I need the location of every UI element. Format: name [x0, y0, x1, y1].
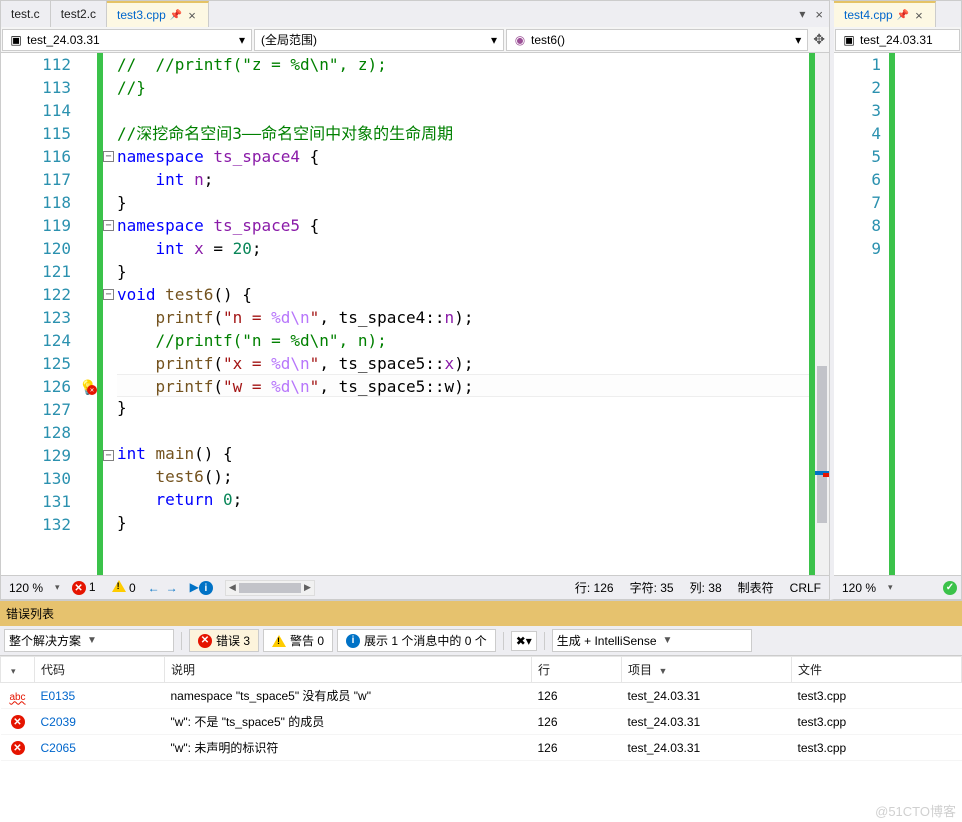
vertical-scrollbar[interactable] — [815, 53, 829, 575]
zoom-level[interactable]: 120 % — [838, 581, 880, 595]
col-file[interactable]: 文件 — [792, 657, 962, 683]
tab-test-c[interactable]: test.c — [1, 1, 51, 27]
status-bar-right: 120 % ▾ ✓ — [834, 575, 961, 599]
lightbulb-error-icon[interactable]: 💡✕ — [79, 377, 96, 396]
scope-namespace[interactable]: (全局范围) ▾ — [254, 29, 504, 51]
fold-toggle[interactable]: − — [103, 450, 114, 461]
chevron-down-icon[interactable]: ▾ — [239, 33, 245, 47]
nav-next-icon[interactable]: ▶ — [190, 580, 199, 594]
warning-icon[interactable] — [112, 580, 126, 592]
col-icon[interactable]: ▾ — [1, 657, 35, 683]
editor-pane-left: test.c test2.c test3.cpp 📌 × ▾ × ▣ test_… — [0, 0, 830, 600]
tab-test2-c[interactable]: test2.c — [51, 1, 107, 27]
fold-toggle[interactable]: − — [103, 220, 114, 231]
fold-toggle[interactable]: − — [103, 151, 114, 162]
error-list-title[interactable]: 错误列表 — [0, 601, 962, 626]
filter-messages[interactable]: i 展示 1 个消息中的 0 个 — [337, 629, 496, 652]
status-line: 行: 126 — [571, 579, 618, 596]
filter-warnings[interactable]: 警告 0 — [263, 629, 333, 652]
close-icon[interactable]: × — [186, 8, 198, 23]
chevron-down-icon[interactable]: ▾ — [491, 33, 497, 47]
tab-bar-left: test.c test2.c test3.cpp 📌 × ▾ × — [1, 1, 829, 27]
scope-function[interactable]: ◉ test6() ▾ — [506, 29, 808, 51]
code-editor-right[interactable]: 123456789 — [834, 53, 961, 575]
error-list-panel: 错误列表 整个解决方案▼ ✕ 错误 3 警告 0 i 展示 1 个消息中的 0 … — [0, 600, 962, 822]
filter-clear-icon: ✖▾ — [516, 634, 532, 648]
code-content[interactable] — [895, 53, 961, 575]
info-icon: i — [346, 634, 360, 648]
error-icon: ✕ — [198, 634, 212, 648]
ok-icon: ✓ — [943, 581, 957, 595]
method-icon: ◉ — [513, 33, 527, 47]
tab-overflow-dropdown[interactable]: ▾ — [795, 5, 809, 23]
tab-bar-right: test4.cpp 📌 × — [834, 1, 961, 27]
breadcrumb-right: ▣ test_24.03.31 — [834, 27, 961, 53]
error-row[interactable]: ✕C2065"w": 未声明的标识符126test_24.03.31test3.… — [1, 735, 962, 761]
chevron-down-icon[interactable]: ▾ — [795, 33, 801, 47]
clear-filters[interactable]: ✖▾ — [511, 631, 537, 651]
col-code[interactable]: 代码 — [35, 657, 165, 683]
chevron-down-icon: ▼ — [663, 635, 673, 646]
error-list-toolbar: 整个解决方案▼ ✕ 错误 3 警告 0 i 展示 1 个消息中的 0 个 ✖▾ … — [0, 626, 962, 656]
line-number-gutter: 123456789 — [834, 53, 889, 575]
tab-test3-cpp[interactable]: test3.cpp 📌 × — [107, 1, 209, 27]
scrollbar-thumb[interactable] — [817, 366, 827, 523]
status-bar-left: 120 % ▾ ✕ 1 0 ← → ▶i ◀▶ 行: 126 字符: 35 列:… — [1, 575, 829, 599]
col-line[interactable]: 行 — [532, 657, 622, 683]
info-icon[interactable]: i — [199, 581, 213, 595]
window-close-icon[interactable]: × — [809, 7, 829, 22]
status-indent[interactable]: 制表符 — [734, 579, 778, 596]
chevron-down-icon[interactable]: ▾ — [888, 582, 893, 593]
scope-project[interactable]: ▣ test_24.03.31 — [835, 29, 960, 51]
tab-test4-cpp[interactable]: test4.cpp 📌 × — [834, 1, 936, 27]
warning-icon — [272, 635, 286, 647]
pin-icon[interactable]: 📌 — [897, 10, 909, 21]
fold-toggle[interactable]: − — [103, 289, 114, 300]
error-icon[interactable]: ✕ — [72, 581, 86, 595]
code-editor-left[interactable]: 1121131141151161171181191201211221231241… — [1, 53, 829, 575]
line-number-gutter: 1121131141151161171181191201211221231241… — [1, 53, 79, 575]
status-col: 列: 38 — [686, 579, 726, 596]
chevron-down-icon[interactable]: ▾ — [55, 582, 60, 593]
editor-pane-right: test4.cpp 📌 × ▣ test_24.03.31 123456789 … — [830, 0, 962, 600]
watermark: @51CTO博客 — [875, 801, 956, 820]
nav-back-icon[interactable]: ← — [148, 581, 160, 595]
status-eol[interactable]: CRLF — [786, 581, 825, 595]
chevron-down-icon: ▼ — [87, 635, 97, 646]
close-icon[interactable]: × — [913, 8, 925, 23]
scope-combo[interactable]: 整个解决方案▼ — [4, 629, 174, 652]
fold-strip: − − − − — [103, 53, 117, 575]
col-desc[interactable]: 说明 — [165, 657, 532, 683]
horizontal-scrollbar[interactable]: ◀▶ — [225, 580, 315, 596]
status-char: 字符: 35 — [626, 579, 678, 596]
split-vertical-icon[interactable]: ✥ — [809, 31, 829, 48]
zoom-level[interactable]: 120 % — [5, 581, 47, 595]
source-combo[interactable]: 生成 + IntelliSense▼ — [552, 629, 752, 652]
code-content[interactable]: // //printf("z = %d\n", z);//}//深挖命名空间3—… — [117, 53, 829, 575]
error-row[interactable]: ✕C2039"w": 不是 "ts_space5" 的成员126test_24.… — [1, 709, 962, 735]
error-row[interactable]: abcE0135namespace "ts_space5" 没有成员 "w"12… — [1, 683, 962, 709]
col-project[interactable]: 项目 ▼ — [622, 657, 792, 683]
error-table[interactable]: ▾ 代码 说明 行 项目 ▼ 文件 abcE0135namespace "ts_… — [0, 656, 962, 822]
glyph-margin: 💡✕ — [79, 53, 97, 575]
filter-errors[interactable]: ✕ 错误 3 — [189, 629, 259, 652]
project-icon: ▣ — [842, 33, 856, 47]
pin-icon[interactable]: 📌 — [170, 10, 182, 21]
nav-fwd-icon[interactable]: → — [166, 581, 178, 595]
project-icon: ▣ — [9, 33, 23, 47]
breadcrumb-left: ▣ test_24.03.31 ▾ (全局范围) ▾ ◉ test6() ▾ ✥ — [1, 27, 829, 53]
scope-project[interactable]: ▣ test_24.03.31 ▾ — [2, 29, 252, 51]
